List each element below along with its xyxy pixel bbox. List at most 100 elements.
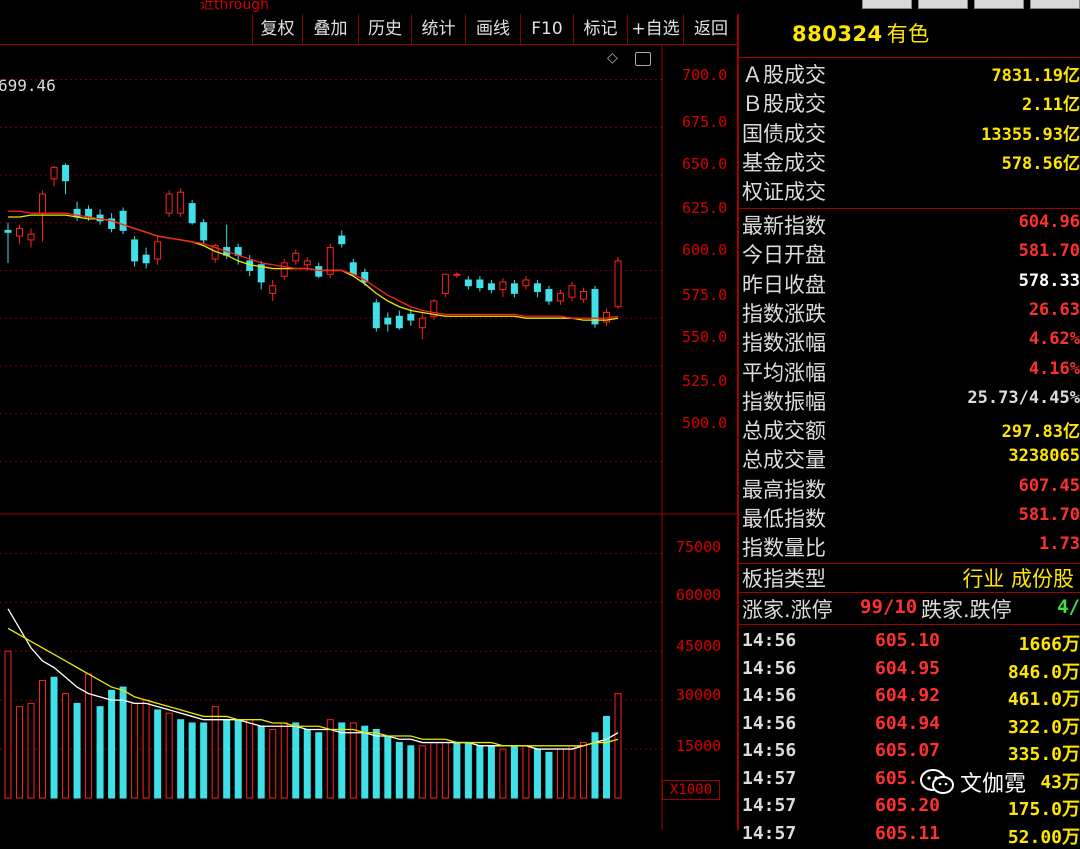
index-stat-label: 指数涨跌 [742, 301, 826, 326]
index-stat-label: 总成交量 [742, 448, 826, 473]
symbol-header: 880324 有色 [792, 18, 930, 48]
volume-bar [407, 745, 415, 799]
volume-bar [234, 719, 242, 799]
price-tick: 700.0 [682, 66, 728, 84]
volume-tick: 45000 [676, 637, 722, 655]
tick-time: 14:57 [742, 822, 797, 844]
toolbar-add-watchlist-button[interactable]: +自选 [627, 14, 683, 44]
up-count-label: 涨家.涨停 [742, 598, 833, 622]
tick-vol: 175.0万 [1007, 799, 1080, 820]
index-stat-value: 581.70 [1018, 505, 1080, 525]
watermark-text: 文伽霓 [960, 772, 1027, 797]
candle-body [533, 283, 541, 292]
candle-body [200, 222, 208, 241]
index-stat-row: 最高指数 607.45 [739, 474, 1080, 503]
candle-body [464, 279, 472, 287]
market-turnover-label: Ａ股成交 [742, 63, 826, 87]
candle-body [453, 273, 461, 276]
market-turnover-value: 7831.19亿 [991, 66, 1080, 86]
volume-bar [372, 728, 380, 799]
candle-body [177, 191, 185, 214]
candle-body [154, 241, 162, 260]
candle-body [372, 302, 380, 329]
index-stat-row: 指数振幅 25.73/4.45% [739, 386, 1080, 415]
toolbar-history-button[interactable]: 历史 [358, 14, 411, 44]
candle-body [510, 283, 518, 294]
volume-bar [384, 735, 392, 799]
tick-vol: 335.0万 [1007, 744, 1080, 765]
diamond-icon[interactable]: ◇ [607, 50, 618, 66]
candle-body [188, 203, 196, 224]
toolbar-draw-button[interactable]: 画线 [465, 14, 520, 44]
toolbar-mark-button[interactable]: 标记 [573, 14, 627, 44]
candle-body [338, 235, 346, 245]
index-stat-value: 26.63 [1028, 299, 1080, 320]
market-turnover-label: 国债成交 [742, 121, 826, 146]
down-count-label: 跌家.跌停 [921, 598, 1012, 622]
volume-bar [269, 728, 277, 799]
window-button-3[interactable] [974, 0, 1024, 9]
volume-bar [257, 725, 265, 799]
volume-bar [246, 719, 254, 799]
index-type-value: 行业 成份股 [962, 567, 1074, 591]
volume-bar [326, 719, 334, 799]
window-button-2[interactable] [918, 0, 968, 9]
candle-body [16, 227, 24, 237]
volume-bar [50, 676, 58, 799]
candle-body [27, 233, 35, 241]
chart-area[interactable]: 699.46 ◇ 700.0 675.0 650.0 625.0 600.0 5… [0, 44, 738, 830]
wechat-icon [920, 769, 954, 794]
candle-body [487, 283, 495, 291]
toolbar-stats-button[interactable]: 统计 [411, 14, 465, 44]
toolbar-overlay-button[interactable]: 叠加 [302, 14, 358, 44]
volume-bar [579, 742, 587, 799]
index-stat-label: 指数量比 [742, 536, 826, 561]
volume-tick: 15000 [676, 737, 722, 755]
market-turnover-label: 基金成交 [742, 150, 826, 175]
candle-body [292, 252, 300, 262]
volume-bar [188, 722, 196, 799]
price-tick: 550.0 [682, 328, 728, 346]
tick-time: 14:57 [742, 795, 797, 816]
volume-bar [73, 702, 81, 799]
candle-body [131, 239, 139, 262]
volume-bar [131, 702, 139, 799]
volume-bar [96, 706, 104, 799]
tick-price: 605.11 [875, 822, 941, 844]
market-turnover-row: 基金成交 578.56亿 [739, 147, 1080, 176]
tick-price: 605. [875, 767, 919, 789]
volume-bar [349, 722, 357, 799]
index-stat-row: 指数涨跌 26.63 [739, 298, 1080, 327]
volume-tick: 60000 [676, 586, 722, 604]
candle-body [545, 289, 553, 302]
index-stat-row: 今日开盘 581.70 [739, 239, 1080, 268]
tick-vol: 52.00万 [1007, 826, 1080, 848]
candle-body [119, 210, 127, 231]
candle-body [395, 315, 403, 329]
tick-row: 14:56 605.10 1666万 [739, 628, 1080, 656]
kline-chart[interactable] [0, 44, 738, 830]
volume-bar [4, 650, 12, 799]
index-stat-value: 581.70 [1018, 241, 1080, 262]
tick-price: 604.92 [875, 685, 941, 706]
tick-price: 605.10 [875, 630, 941, 651]
tick-price: 605.20 [875, 795, 941, 816]
price-tick: 600.0 [682, 241, 728, 259]
toolbar-restore-rights-button[interactable]: 复权 [252, 14, 302, 44]
index-stat-label: 最低指数 [742, 507, 826, 531]
market-turnover-row: Ａ股成交 7831.19亿 [739, 59, 1080, 88]
index-stat-row: 指数量比 1.73 [739, 532, 1080, 561]
price-tick: 500.0 [682, 414, 728, 432]
candle-body [165, 193, 173, 214]
index-type-label: 板指类型 [742, 567, 826, 591]
toolbar-back-button[interactable]: 返回 [683, 14, 738, 44]
index-stat-value: 1.73 [1039, 534, 1080, 555]
price-ma-yellow-line [8, 214, 619, 321]
price-tick: 675.0 [682, 113, 728, 131]
index-stat-value: 4.16% [1028, 358, 1080, 379]
index-stat-value: 25.73/4.45% [967, 387, 1080, 408]
window-toggle-icon[interactable] [635, 52, 651, 66]
toolbar-f10-button[interactable]: F10 [520, 14, 573, 44]
window-button-4[interactable] [1030, 0, 1080, 9]
window-button-1[interactable] [862, 0, 912, 9]
